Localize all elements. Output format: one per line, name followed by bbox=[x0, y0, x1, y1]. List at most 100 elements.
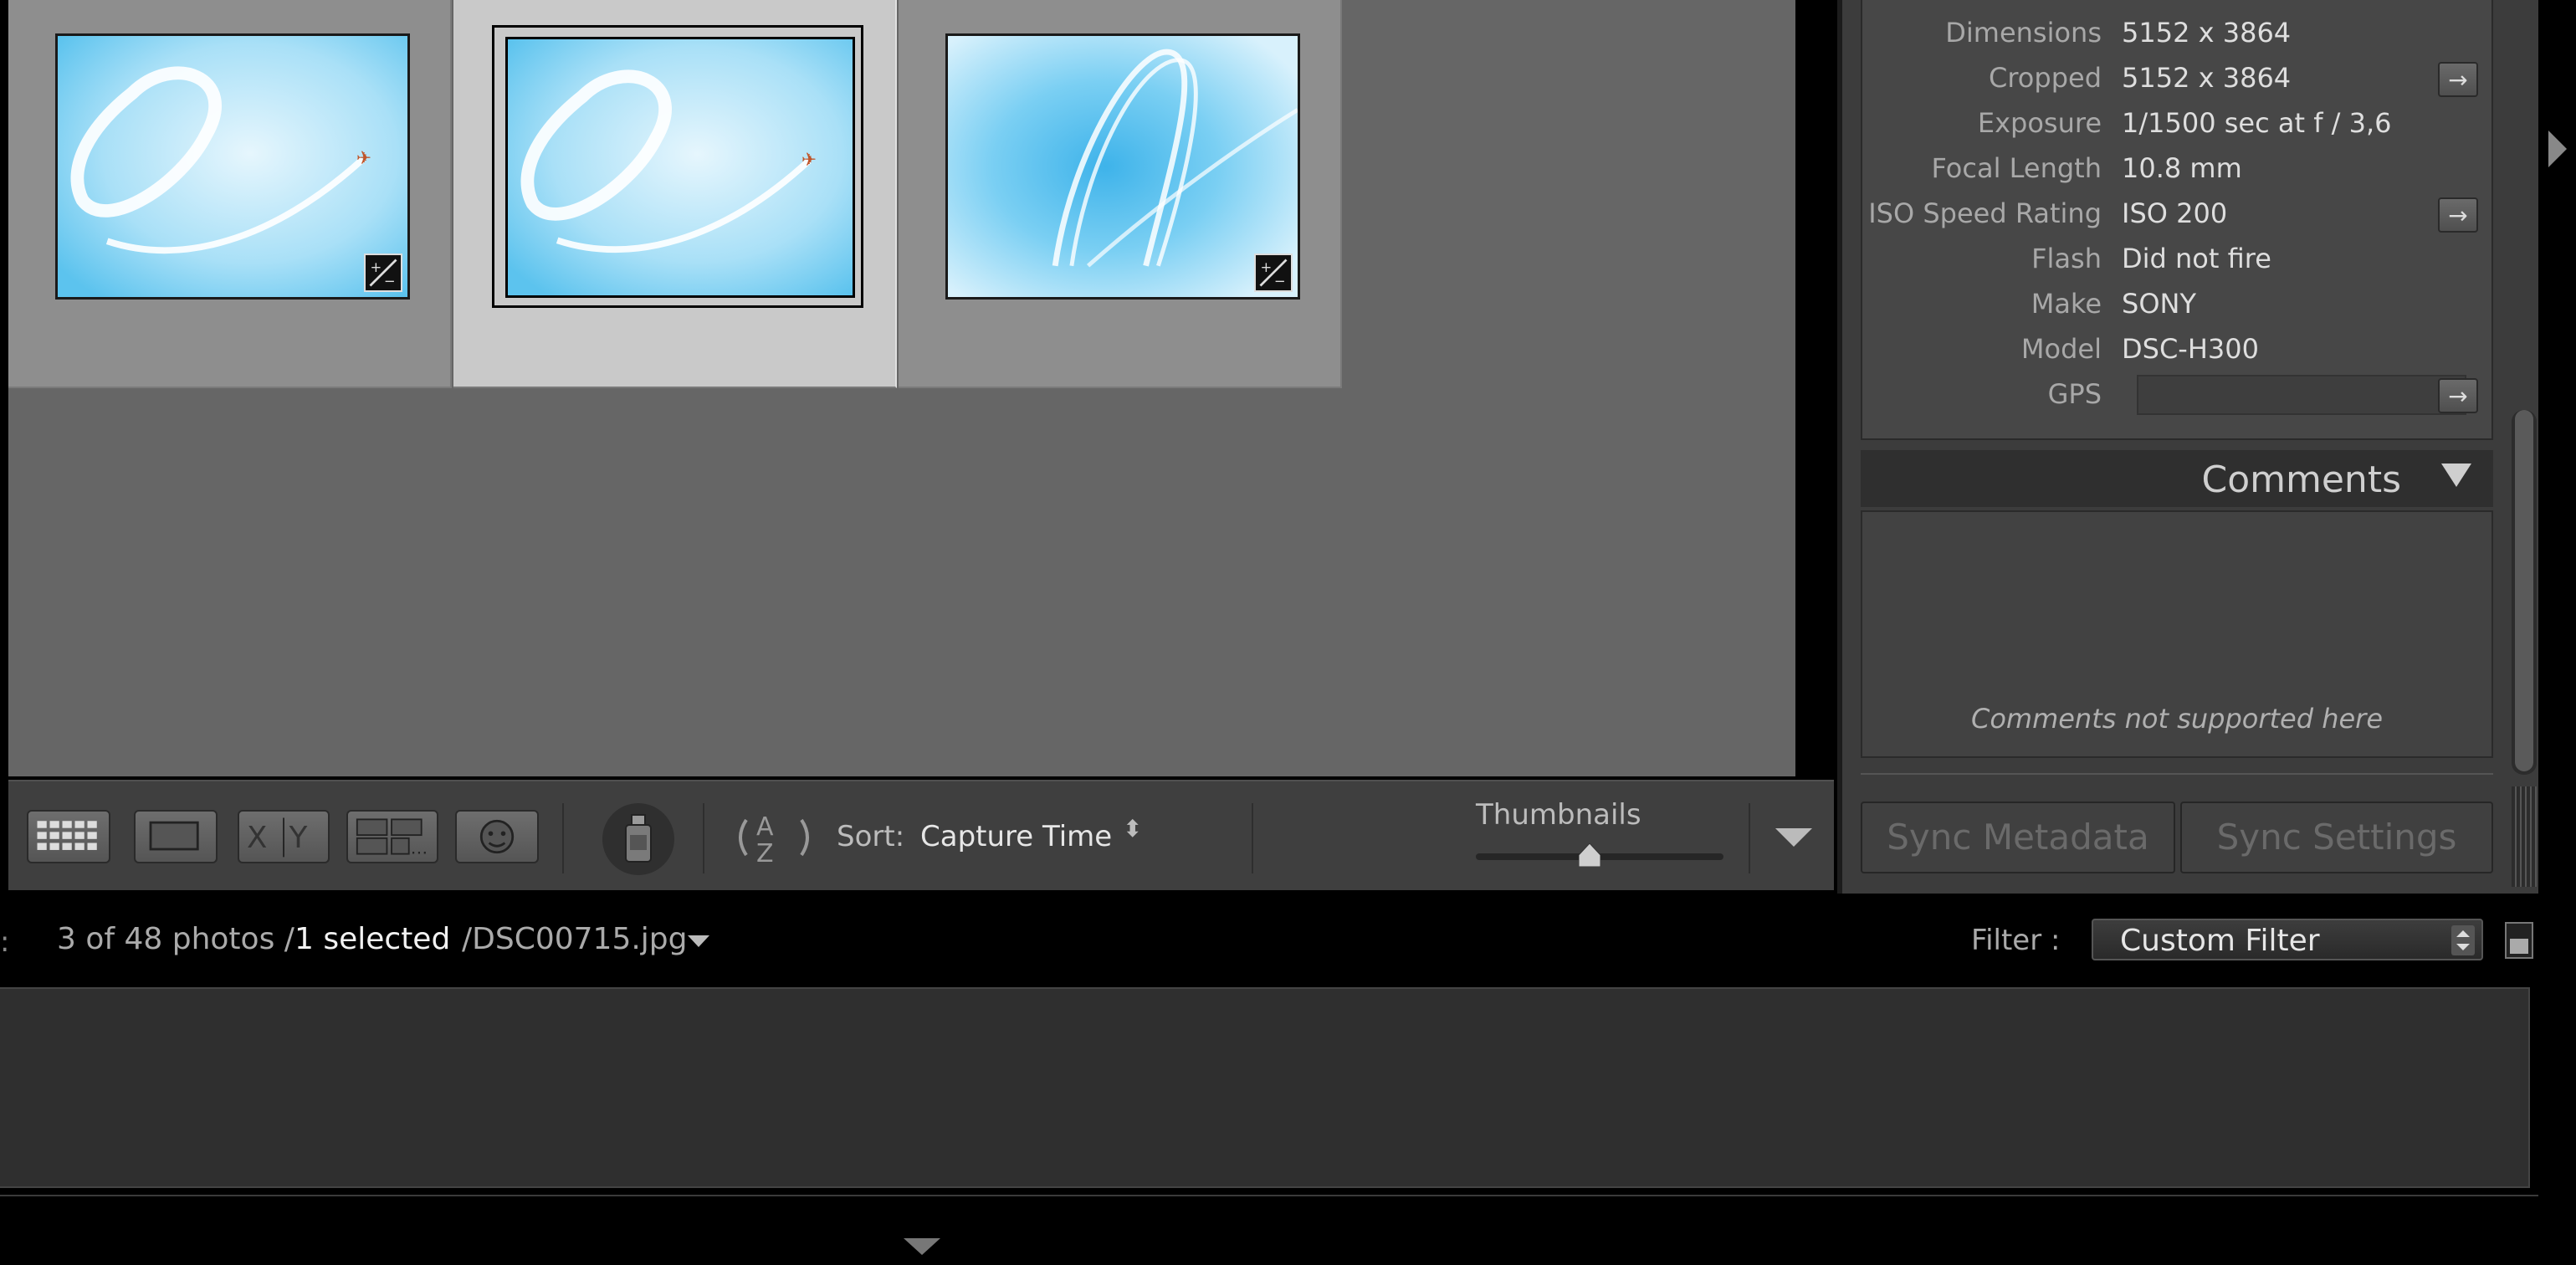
svg-text:+: + bbox=[370, 259, 382, 275]
filter-select-value: Custom Filter bbox=[2120, 924, 2320, 958]
metadata-label: GPS bbox=[2047, 378, 2102, 410]
lock-icon bbox=[2510, 939, 2528, 954]
photo-thumbnail[interactable]: ✈ + − bbox=[55, 33, 410, 300]
sort-direction-button[interactable]: AZ bbox=[728, 808, 820, 868]
select-stepper-icon bbox=[2451, 925, 2475, 955]
comments-placeholder: Comments not supported here bbox=[1970, 703, 2384, 735]
goto-arrow-icon[interactable]: → bbox=[2438, 197, 2478, 233]
metadata-row: Dimensions 5152 x 3864 bbox=[1862, 13, 2495, 59]
metadata-value: 1/1500 sec at f / 3,6 bbox=[2122, 107, 2392, 139]
expand-right-panel-icon[interactable] bbox=[2547, 131, 2567, 171]
panel-divider bbox=[1861, 773, 2493, 775]
svg-text:✈: ✈ bbox=[356, 148, 371, 169]
survey-view-button[interactable]: … bbox=[346, 810, 438, 863]
metadata-value: DSC-H300 bbox=[2122, 333, 2259, 365]
filename-dropdown-icon[interactable] bbox=[688, 934, 709, 952]
svg-text:Z: Z bbox=[756, 839, 774, 867]
sort-label: Sort: bbox=[837, 820, 905, 853]
expand-bottom-panel-icon[interactable] bbox=[904, 1237, 940, 1260]
metadata-value: 5152 x 3864 bbox=[2122, 17, 2292, 49]
metadata-row: GPS → bbox=[1862, 375, 2495, 420]
thumbnails-label: Thumbnails bbox=[1476, 798, 1641, 832]
triangle-down-icon bbox=[1775, 828, 1812, 847]
thumbnail-size-slider[interactable] bbox=[1476, 842, 1723, 868]
metadata-row: Focal Length 10.8 mm bbox=[1862, 149, 2495, 194]
sync-settings-button[interactable]: Sync Settings bbox=[2180, 802, 2493, 873]
svg-text:✈: ✈ bbox=[801, 150, 817, 171]
toolbar-separator bbox=[1252, 803, 1253, 873]
metadata-value: 10.8 mm bbox=[2122, 152, 2242, 184]
survey-icon: … bbox=[356, 818, 428, 858]
sort-select[interactable]: Capture Time bbox=[920, 820, 1112, 853]
photo-thumbnail[interactable]: ✈ bbox=[505, 37, 855, 298]
filter-lock-toggle[interactable] bbox=[2505, 922, 2533, 959]
metadata-row: ISO Speed Rating ISO 200 → bbox=[1862, 194, 2495, 239]
filter-bar: : 3 of 48 photos / 1 selected /DSC00715.… bbox=[0, 897, 2538, 984]
comments-box: Comments not supported here bbox=[1861, 510, 2493, 758]
grid-cell-photo-1[interactable]: ✈ + − bbox=[8, 0, 452, 388]
selected-filename[interactable]: /DSC00715.jpg bbox=[462, 922, 688, 956]
metadata-label: Exposure bbox=[1977, 107, 2102, 139]
photo-thumbnail[interactable]: + − bbox=[945, 33, 1300, 300]
toolbar-separator bbox=[562, 803, 564, 873]
svg-text:Y: Y bbox=[289, 821, 308, 855]
sort-updown-icon[interactable]: ⬍ bbox=[1123, 815, 1142, 842]
selected-count: 1 selected bbox=[294, 922, 451, 956]
metadata-value: 5152 x 3864 bbox=[2122, 62, 2292, 94]
metadata-label: Dimensions bbox=[1945, 17, 2102, 49]
goto-arrow-icon[interactable]: → bbox=[2438, 378, 2478, 413]
toolbar-menu-button[interactable] bbox=[1775, 825, 1812, 850]
metadata-value: ISO 200 bbox=[2122, 197, 2228, 229]
develop-adjusted-icon: + − bbox=[1254, 254, 1293, 292]
toolbar-separator bbox=[703, 803, 704, 873]
filter-select[interactable]: Custom Filter bbox=[2092, 919, 2483, 960]
metadata-label: Model bbox=[2020, 333, 2102, 365]
goto-arrow-icon[interactable]: → bbox=[2438, 62, 2478, 97]
metadata-row: Cropped 5152 x 3864 → bbox=[1862, 59, 2495, 104]
metadata-row: Exposure 1/1500 sec at f / 3,6 bbox=[1862, 104, 2495, 149]
right-panel: Dimensions 5152 x 3864 Cropped 5152 x 3864 →… bbox=[1837, 0, 2538, 894]
filmstrip bbox=[0, 987, 2530, 1188]
svg-text:A: A bbox=[756, 812, 774, 842]
scrollbar-thumb[interactable] bbox=[2515, 410, 2533, 771]
metadata-row: Model DSC-H300 bbox=[1862, 330, 2495, 375]
compare-view-button[interactable]: XY bbox=[238, 810, 330, 863]
toolbar-separator bbox=[1749, 803, 1750, 873]
filter-label: Filter : bbox=[1971, 924, 2061, 957]
grid-cell-photo-2[interactable]: ✈ bbox=[453, 0, 897, 388]
metadata-label: Flash bbox=[2031, 243, 2102, 274]
svg-text:X: X bbox=[247, 821, 267, 855]
metadata-row: Make SONY bbox=[1862, 284, 2495, 330]
metadata-label: Focal Length bbox=[1931, 152, 2102, 184]
gps-field[interactable] bbox=[2137, 375, 2466, 415]
loupe-view-button[interactable] bbox=[134, 810, 218, 863]
scrollbar-grip bbox=[2512, 786, 2537, 887]
grid-icon bbox=[37, 821, 97, 850]
sync-metadata-button[interactable]: Sync Metadata bbox=[1861, 802, 2175, 873]
face-icon bbox=[479, 819, 515, 854]
sort-az-icon: AZ bbox=[739, 812, 809, 868]
metadata-label: Make bbox=[2031, 288, 2102, 320]
grid-view: ✈ + − ✈ + − bbox=[8, 0, 1795, 776]
svg-text:−: − bbox=[1274, 274, 1286, 289]
loupe-icon bbox=[149, 821, 199, 851]
svg-text:+: + bbox=[1260, 259, 1272, 275]
metadata-row: Flash Did not fire bbox=[1862, 239, 2495, 284]
panel-scrollbar[interactable] bbox=[2512, 410, 2537, 775]
photo-count: 3 of 48 photos / bbox=[57, 922, 294, 956]
metadata-label: ISO Speed Rating bbox=[1868, 197, 2102, 229]
painter-button[interactable] bbox=[602, 803, 674, 875]
metadata-value: Did not fire bbox=[2122, 243, 2271, 274]
source-edge-marker: : bbox=[0, 925, 10, 959]
library-toolbar: XY … AZ Sort: Capture Time ⬍ Thumbnails bbox=[8, 780, 1834, 890]
collapse-triangle-icon[interactable] bbox=[2441, 462, 2471, 492]
svg-text:…: … bbox=[411, 838, 428, 858]
grid-cell-photo-3[interactable]: + − bbox=[899, 0, 1342, 388]
grid-view-button[interactable] bbox=[27, 810, 110, 863]
compare-icon: XY bbox=[247, 817, 308, 858]
slider-thumb[interactable] bbox=[1578, 842, 1601, 868]
metadata-panel: Dimensions 5152 x 3864 Cropped 5152 x 3864 →… bbox=[1861, 0, 2493, 440]
people-view-button[interactable] bbox=[455, 810, 539, 863]
comments-header[interactable]: Comments bbox=[1861, 450, 2493, 507]
develop-adjusted-icon: + − bbox=[364, 254, 402, 292]
